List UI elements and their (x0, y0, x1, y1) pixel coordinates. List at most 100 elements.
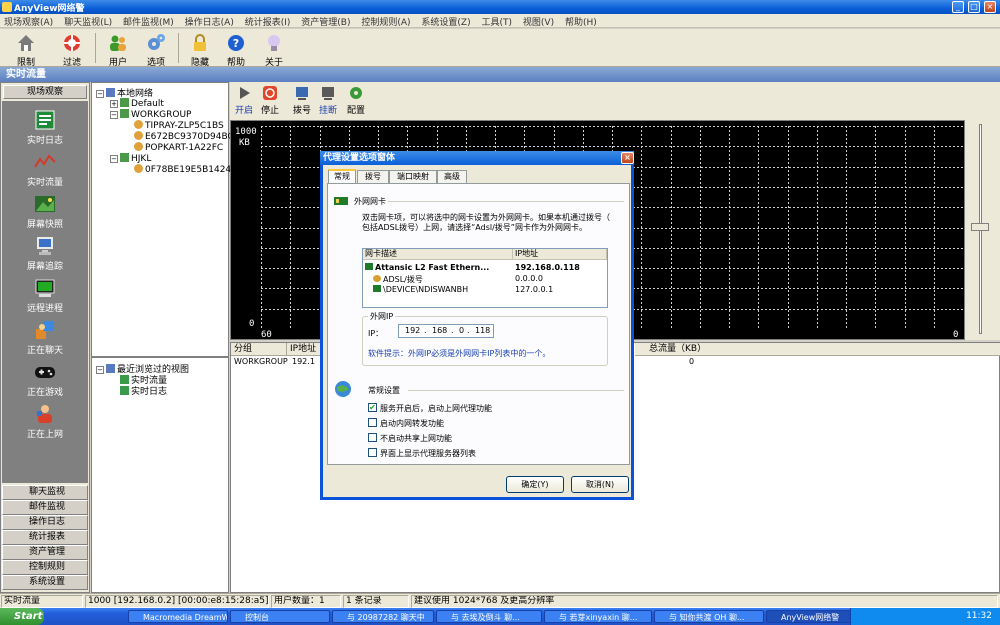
filter-button[interactable]: 过滤 (52, 31, 92, 68)
x-axis-end: 0 (953, 330, 959, 340)
tree-node-group[interactable]: − WORKGROUP (110, 109, 191, 120)
dialog-close-button[interactable]: × (621, 152, 634, 164)
menu-operation-log[interactable]: 操作日志(A) (181, 14, 238, 29)
options-button[interactable]: 选项 (136, 31, 176, 68)
tree-node-computer[interactable]: 0F78BE19E5B1424 (134, 164, 231, 175)
option-checkbox[interactable] (368, 448, 377, 457)
menu-tools[interactable]: 工具(T) (478, 14, 517, 29)
menu-system-settings[interactable]: 系统设置(Z) (417, 14, 474, 29)
task-chat-4[interactable]: 与 知你共渡 OH 聊... (654, 610, 764, 623)
nav-remote-process[interactable]: 远程进程 (2, 277, 88, 319)
close-button[interactable]: × (984, 1, 996, 13)
tree-node-computer[interactable]: E672BC9370D94BC (134, 131, 234, 142)
about-button[interactable]: 关于 (254, 31, 294, 68)
config-button[interactable]: 配置 (342, 85, 370, 116)
help-icon: ? (228, 35, 244, 51)
tab-port-mapping[interactable]: 端口映射 (389, 170, 437, 183)
collapse-icon[interactable]: − (110, 111, 118, 119)
nav-gaming[interactable]: 正在游戏 (2, 361, 88, 403)
start-button[interactable]: 开启 (230, 85, 258, 116)
nic-row-1-name[interactable]: Attansic L2 Fast Ethern... (365, 263, 489, 272)
nav-realtime-log[interactable]: 实时日志 (2, 109, 88, 151)
tree-node-computer[interactable]: POPKART-1A22FC (134, 142, 223, 153)
nav-section-settings[interactable]: 系统设置 (2, 575, 88, 590)
tree-node-group[interactable]: − HJKL (110, 153, 151, 164)
recent-view-item[interactable]: 实时日志 (120, 384, 167, 397)
nav-realtime-traffic[interactable]: 实时流量 (2, 151, 88, 193)
tree-node-computer[interactable]: TIPRAY-ZLP5C1BS (134, 120, 224, 131)
hide-button[interactable]: 隐藏 (180, 31, 220, 68)
tab-general[interactable]: 常规 (328, 169, 356, 183)
option-checkbox[interactable] (368, 418, 377, 427)
ip-octet-3[interactable]: 0 (459, 325, 464, 337)
menu-view[interactable]: 视图(V) (519, 14, 558, 29)
menu-help[interactable]: 帮助(H) (561, 14, 601, 29)
ip-octet-2[interactable]: 168 (432, 325, 447, 337)
nic-col-desc[interactable]: 网卡描述 (363, 249, 513, 260)
nic-row-3-name[interactable]: \DEVICE\NDISWANBH (373, 285, 468, 294)
nic-col-ip[interactable]: IP地址 (513, 249, 607, 260)
task-chat-1[interactable]: 与 20987282 聊天中 (332, 610, 434, 623)
maximize-button[interactable]: □ (968, 1, 980, 13)
nav-section-reports[interactable]: 统计报表 (2, 530, 88, 545)
tree-node-group[interactable]: + Default (110, 98, 164, 109)
cancel-button[interactable]: 取消(N) (571, 476, 629, 493)
option-label[interactable]: 服务开启后，启动上网代理功能 (380, 403, 492, 414)
nav-section-rules[interactable]: 控制规则 (2, 560, 88, 575)
tab-dial[interactable]: 拨号 (357, 170, 389, 183)
nav-browsing[interactable]: 正在上网 (2, 403, 88, 445)
ok-button[interactable]: 确定(Y) (506, 476, 564, 493)
menu-assets[interactable]: 资产管理(B) (297, 14, 354, 29)
dial-button[interactable]: 拨号 (288, 85, 316, 116)
nic-row-3-ip: 127.0.0.1 (515, 285, 554, 294)
task-chat-2[interactable]: 与 去埃及倒斗 聊... (436, 610, 542, 623)
menu-mail-monitor[interactable]: 邮件监视(M) (119, 14, 178, 29)
nav-section-assets[interactable]: 资产管理 (2, 545, 88, 560)
option-checkbox[interactable]: ✔ (368, 403, 377, 412)
tab-advanced[interactable]: 高级 (437, 170, 467, 183)
nav-screen-track[interactable]: 屏幕追踪 (2, 235, 88, 277)
ip-octet-1[interactable]: 192 (405, 325, 420, 337)
option-label[interactable]: 界面上显示代理服务器列表 (380, 448, 476, 459)
nav-chatting[interactable]: 正在聊天 (2, 319, 88, 361)
help-button[interactable]: ? 帮助 (216, 31, 256, 68)
slider-thumb[interactable] (971, 223, 989, 231)
nic-row-2-name[interactable]: ADSL/拨号 (373, 274, 423, 285)
expand-icon[interactable]: + (110, 100, 118, 108)
nav-section-oplog[interactable]: 操作日志 (2, 515, 88, 530)
cell-total: 0 (689, 357, 695, 366)
status-advice: 建议使用 1024*768 及更高分辨率 (411, 595, 998, 608)
limit-button[interactable]: 限制 (6, 31, 46, 68)
ip-octet-4[interactable]: 118 (475, 325, 490, 337)
option-label[interactable]: 不启动共享上网功能 (380, 433, 452, 444)
column-header-total[interactable]: 总流量（KB） (635, 343, 1000, 356)
user-icon (134, 164, 143, 173)
collapse-icon[interactable]: − (110, 155, 118, 163)
nav-screenshot[interactable]: 屏幕快照 (2, 193, 88, 235)
collapse-icon[interactable]: − (96, 366, 104, 374)
nav-section-mail[interactable]: 邮件监视 (2, 500, 88, 515)
menu-chat-monitor[interactable]: 聊天监视(L) (60, 14, 116, 29)
task-chat-3[interactable]: 与 若芽xinyaxin 聊... (544, 610, 652, 623)
hangup-button[interactable]: 挂断 (314, 85, 342, 116)
menu-reports[interactable]: 统计报表(I) (241, 14, 295, 29)
users-button[interactable]: 用户 (98, 31, 138, 68)
menu-control-rules[interactable]: 控制规则(A) (357, 14, 414, 29)
nav-section-chat[interactable]: 聊天监视 (2, 485, 88, 500)
collapse-icon[interactable]: − (96, 90, 104, 98)
column-header-group[interactable]: 分组 (231, 343, 287, 356)
nav-header-live-view[interactable]: 现场观察 (3, 85, 87, 99)
column-header-ip[interactable]: IP地址 (287, 343, 321, 356)
option-label[interactable]: 启动内网转发功能 (380, 418, 444, 429)
minimize-button[interactable]: _ (952, 1, 964, 13)
task-console[interactable]: 控制台 (230, 610, 330, 623)
dial-label: 拨号 (292, 106, 311, 116)
option-checkbox[interactable] (368, 433, 377, 442)
stop-button[interactable]: 停止 (256, 85, 284, 116)
task-anyview[interactable]: AnyView网络警 (766, 610, 852, 623)
clock[interactable]: 11:32 (966, 611, 992, 621)
ip-address-input[interactable]: 192 . 168 . 0 . 118 (398, 324, 494, 338)
start-button-os[interactable]: Start (0, 608, 44, 625)
task-dreamweaver[interactable]: Macromedia DreamW... (128, 610, 228, 623)
menu-live-view[interactable]: 现场观察(A) (0, 14, 57, 29)
